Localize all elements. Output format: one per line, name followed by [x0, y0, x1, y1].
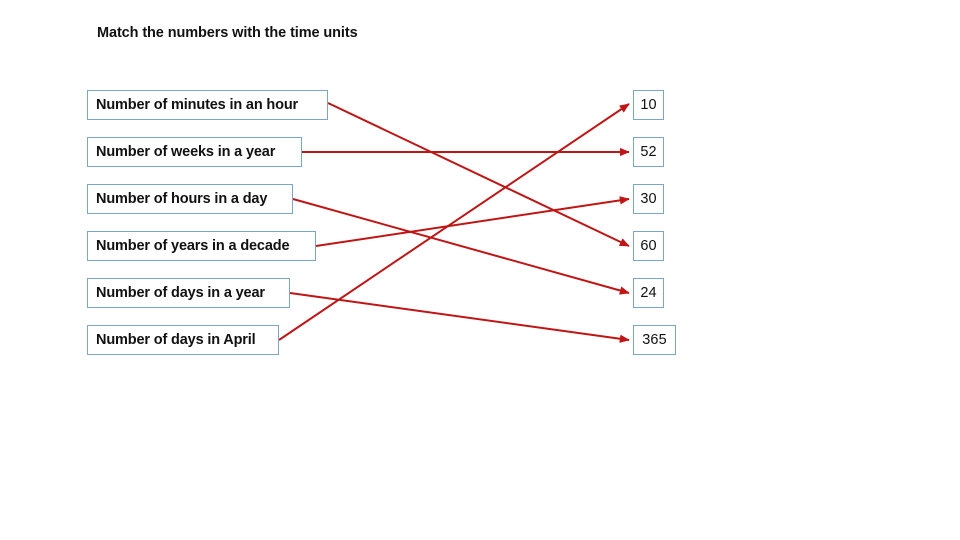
term-label: Number of days in April	[96, 332, 256, 348]
term-label: Number of minutes in an hour	[96, 97, 299, 113]
term-box-number-of-years-in-a-decade[interactable]: Number of years in a decade	[87, 231, 316, 261]
number-label: 10	[640, 97, 657, 113]
number-box-30[interactable]: 30	[633, 184, 664, 214]
number-box-60[interactable]: 60	[633, 231, 664, 261]
connector-number-of-minutes-in-an-hour-to-60[interactable]	[327, 102, 630, 247]
term-label: Number of years in a decade	[96, 238, 290, 254]
connector-number-of-days-in-april-to-10[interactable]	[278, 103, 630, 341]
number-label: 52	[640, 144, 657, 160]
number-box-365[interactable]: 365	[633, 325, 676, 355]
term-box-number-of-minutes-in-an-hour[interactable]: Number of minutes in an hour	[87, 90, 328, 120]
connector-number-of-days-in-a-year-to-365[interactable]	[289, 292, 630, 343]
number-box-52[interactable]: 52	[633, 137, 664, 167]
number-box-10[interactable]: 10	[633, 90, 664, 120]
connector-number-of-years-in-a-decade-to-30[interactable]	[315, 196, 630, 247]
term-box-number-of-days-in-april[interactable]: Number of days in April	[87, 325, 279, 355]
number-label: 60	[640, 238, 657, 254]
number-box-24[interactable]: 24	[633, 278, 664, 308]
matching-exercise-page: Match the numbers with the time units Nu…	[0, 0, 960, 540]
term-label: Number of days in a year	[96, 285, 265, 301]
term-box-number-of-weeks-in-a-year[interactable]: Number of weeks in a year	[87, 137, 302, 167]
connector-group	[278, 102, 630, 343]
page-title: Match the numbers with the time units	[97, 25, 358, 41]
connector-number-of-hours-in-a-day-to-24[interactable]	[292, 198, 630, 295]
term-label: Number of hours in a day	[96, 191, 268, 207]
number-label: 30	[640, 191, 657, 207]
connector-lines-layer	[278, 102, 630, 343]
number-label: 365	[642, 332, 667, 348]
term-box-number-of-days-in-a-year[interactable]: Number of days in a year	[87, 278, 290, 308]
term-label: Number of weeks in a year	[96, 144, 276, 160]
number-label: 24	[640, 285, 657, 301]
term-box-number-of-hours-in-a-day[interactable]: Number of hours in a day	[87, 184, 293, 214]
